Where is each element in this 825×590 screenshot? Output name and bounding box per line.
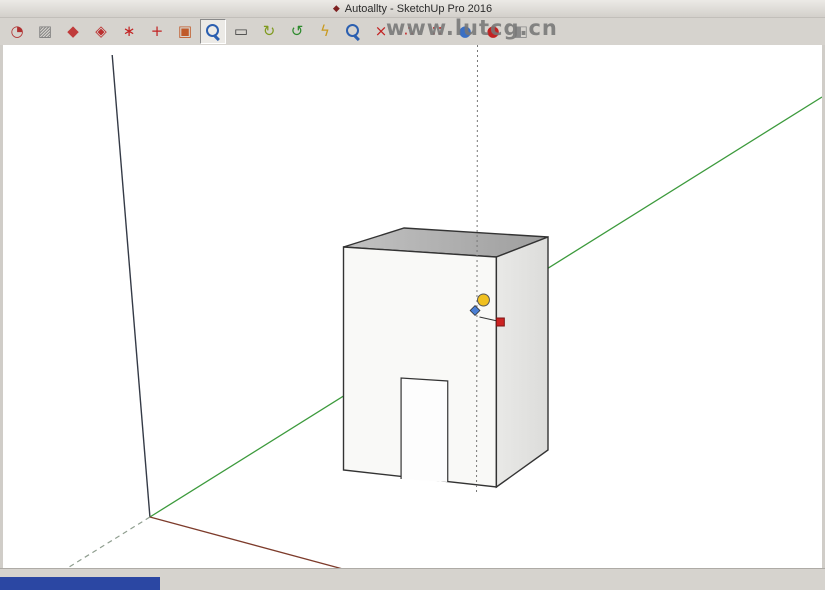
ball-tool-icon[interactable]: ● xyxy=(480,19,506,44)
marker-red-square xyxy=(496,318,504,326)
box-right-face[interactable] xyxy=(496,237,548,487)
swirl-tool-icon[interactable]: ↻ xyxy=(256,19,282,44)
title-bar: ◆ Autoallty - SketchUp Pro 2016 xyxy=(0,0,825,18)
pinwheel-tool-icon[interactable]: ◈ xyxy=(88,19,114,44)
toolbar: ◔ ▨ ◆ ◈ ∗ + ▣ ▭ ↻ ↺ ϟ × ∴ ∷ ● ● ◧ xyxy=(0,18,825,46)
shaded-rect-tool-icon[interactable]: ▨ xyxy=(32,19,58,44)
status-bar xyxy=(0,568,825,590)
box-tool-icon[interactable]: ◧ xyxy=(508,19,534,44)
green-axis-negative-dashed xyxy=(3,517,150,568)
viewport-canvas[interactable] xyxy=(0,45,825,568)
zoom-tool-icon[interactable] xyxy=(200,19,226,44)
door-opening[interactable] xyxy=(401,378,448,482)
section-tool-icon[interactable]: ∴ xyxy=(396,19,422,44)
asterisk-tool-icon[interactable]: ∗ xyxy=(116,19,142,44)
lightning-tool-icon[interactable]: ϟ xyxy=(312,19,338,44)
window-title: Autoallty - SketchUp Pro 2016 xyxy=(345,3,492,15)
eraser-tool-icon[interactable]: ◆ xyxy=(60,19,86,44)
zoom-plus-tool-icon[interactable] xyxy=(340,19,366,44)
orbit-tool-icon[interactable]: ↺ xyxy=(284,19,310,44)
paint-square-tool-icon[interactable]: ▣ xyxy=(172,19,198,44)
sphere-tool-icon[interactable]: ● xyxy=(452,19,478,44)
offset-tool-icon[interactable]: + xyxy=(144,19,170,44)
status-blue-bar xyxy=(0,577,160,590)
marker-yellow-circle xyxy=(478,294,490,306)
app-icon: ◆ xyxy=(333,4,340,13)
dots-tool-icon[interactable]: ∷ xyxy=(424,19,450,44)
blue-axis-line xyxy=(112,55,150,517)
cut-tool-icon[interactable]: × xyxy=(368,19,394,44)
protractor-tool-icon[interactable]: ◔ xyxy=(4,19,30,44)
red-axis-line xyxy=(150,517,432,568)
dialog-tool-icon[interactable]: ▭ xyxy=(228,19,254,44)
